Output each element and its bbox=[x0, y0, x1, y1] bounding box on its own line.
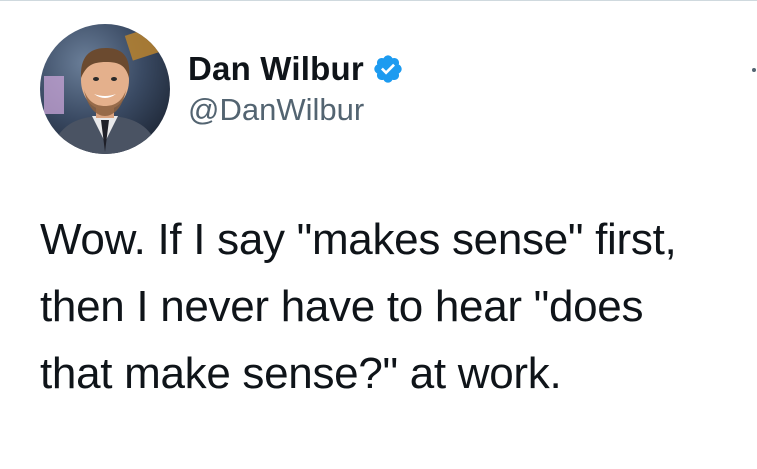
tweet-text-line: Wow. If I say "makes sense" first, bbox=[40, 215, 677, 264]
tweet-text-line: then I never have to hear "does bbox=[40, 282, 644, 331]
more-options-icon[interactable] bbox=[752, 68, 756, 72]
tweet-header: Dan Wilbur @DanWilbur bbox=[40, 24, 404, 154]
author-handle[interactable]: @DanWilbur bbox=[188, 91, 404, 129]
author-name-row[interactable]: Dan Wilbur bbox=[188, 49, 404, 89]
top-divider bbox=[0, 0, 757, 1]
verified-badge-icon bbox=[372, 53, 404, 85]
tweet-text: Wow. If I say "makes sense" first, then … bbox=[40, 206, 750, 407]
author-identity: Dan Wilbur @DanWilbur bbox=[188, 49, 404, 129]
tweet-text-line: that make sense?" at work. bbox=[40, 349, 562, 398]
avatar[interactable] bbox=[40, 24, 170, 154]
profile-photo-icon bbox=[40, 24, 170, 154]
author-display-name[interactable]: Dan Wilbur bbox=[188, 49, 364, 89]
